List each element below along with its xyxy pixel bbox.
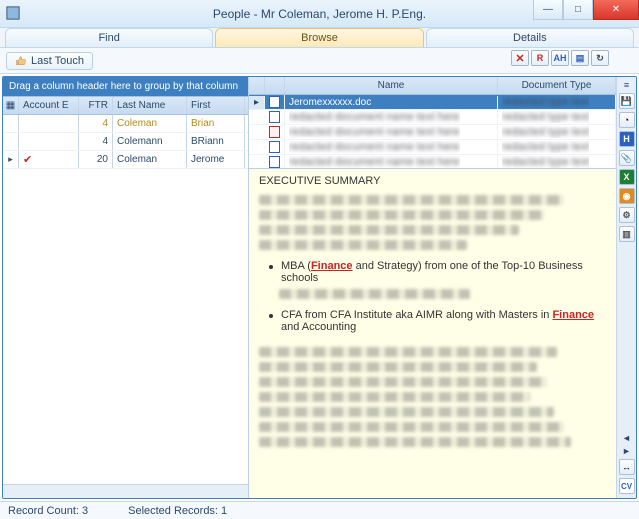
col-indicator[interactable]: ▦ <box>3 97 19 114</box>
bullet-icon <box>269 265 273 269</box>
main-tabs: Find Browse Details <box>0 28 639 48</box>
doc-col-icon[interactable] <box>265 77 285 94</box>
page-icon[interactable]: ▥ <box>619 226 635 242</box>
document-preview[interactable]: EXECUTIVE SUMMARY MBA (Finance and Strat… <box>249 169 616 498</box>
grid-body[interactable]: 4ColemanBrian4ColemannBRiann▸✔20ColemanJ… <box>3 115 248 484</box>
people-grid-pane: Drag a column header here to group by th… <box>3 77 249 498</box>
redacted-line <box>259 437 571 447</box>
doc-row[interactable]: redacted document name text hereredacted… <box>249 140 616 155</box>
redacted-line <box>259 347 557 357</box>
expand-icon[interactable]: ↔ <box>619 459 635 475</box>
settings-icon[interactable]: ⚙ <box>619 207 635 223</box>
redacted-line <box>259 407 554 417</box>
window-title: People - Mr Coleman, Jerome H. P.Eng. <box>213 7 426 21</box>
status-bar: Record Count: 3 Selected Records: 1 <box>0 501 639 519</box>
table-row[interactable]: 4ColemannBRiann <box>3 133 248 151</box>
link-finance[interactable]: Finance <box>552 309 594 321</box>
last-touch-label: Last Touch <box>31 55 84 67</box>
preview-heading: EXECUTIVE SUMMARY <box>259 175 606 187</box>
tab-find[interactable]: Find <box>5 28 213 47</box>
chart-icon[interactable]: ◉ <box>619 188 635 204</box>
word-icon <box>269 96 280 108</box>
document-pane: Name Document Type ▸Jeromexxxxxx.docreda… <box>249 77 616 498</box>
title-bar: People - Mr Coleman, Jerome H. P.Eng. — … <box>0 0 639 28</box>
table-row[interactable]: ▸✔20ColemanJerome <box>3 151 248 169</box>
redacted-line <box>259 362 537 372</box>
tab-details[interactable]: Details <box>426 28 634 47</box>
col-last-name[interactable]: Last Name <box>113 97 187 114</box>
doc-grid-body[interactable]: ▸Jeromexxxxxx.docredacted type textredac… <box>249 95 616 169</box>
word-icon <box>269 156 280 168</box>
redacted-line <box>259 377 547 387</box>
history-icon[interactable]: H <box>619 131 635 147</box>
nav-right-icon[interactable]: ► <box>620 446 634 456</box>
pdf-icon <box>269 126 280 138</box>
attach-icon[interactable]: 📎 <box>619 150 635 166</box>
redacted-line <box>259 422 564 432</box>
doc-col-type[interactable]: Document Type <box>498 77 616 94</box>
record-count: Record Count: 3 <box>8 505 88 517</box>
right-rail: ≡ 💾 ◔ H 📎 X ◉ ⚙ ▥ ◄ ► ↔ CV <box>616 77 636 498</box>
selected-count: Selected Records: 1 <box>128 505 227 517</box>
cv-button[interactable]: CV <box>619 478 635 494</box>
doc-col-indicator[interactable] <box>249 77 265 94</box>
bullet-icon <box>269 314 273 318</box>
doc-grid-header: Name Document Type <box>249 77 616 95</box>
redacted-line <box>259 225 519 235</box>
refresh-icon[interactable]: ↻ <box>591 50 609 66</box>
delete-icon[interactable]: ✕ <box>511 50 529 66</box>
doc-toolbar: ✕ R AH ▤ ↻ <box>511 50 609 66</box>
word-icon <box>269 111 280 123</box>
tab-browse[interactable]: Browse <box>215 28 423 47</box>
bullet-item: CFA from CFA Institute aka AIMR along wi… <box>269 309 606 333</box>
redacted-line <box>259 210 544 220</box>
content-area: Drag a column header here to group by th… <box>2 76 637 499</box>
col-account[interactable]: Account E <box>19 97 79 114</box>
doc-row[interactable]: redacted document name text hereredacted… <box>249 110 616 125</box>
grid-header: ▦ Account E FTR Last Name First <box>3 96 248 115</box>
r-button[interactable]: R <box>531 50 549 66</box>
redacted-line <box>259 240 467 250</box>
redacted-line <box>259 195 564 205</box>
rail-chevron-icon[interactable]: ≡ <box>624 80 629 90</box>
doc-row[interactable]: redacted document name text hereredacted… <box>249 155 616 169</box>
doc-row[interactable]: ▸Jeromexxxxxx.docredacted type text <box>249 95 616 110</box>
doc-col-name[interactable]: Name <box>285 77 498 94</box>
col-first-name[interactable]: First <box>187 97 245 114</box>
group-by-hint[interactable]: Drag a column header here to group by th… <box>3 77 248 96</box>
close-button[interactable]: ✕ <box>593 0 639 20</box>
word-icon <box>269 141 280 153</box>
nav-left-icon[interactable]: ◄ <box>620 433 634 443</box>
redacted-line <box>259 392 530 402</box>
bullet-item: MBA (Finance and Strategy) from one of t… <box>269 260 606 284</box>
table-row[interactable]: 4ColemanBrian <box>3 115 248 133</box>
save-icon[interactable]: 💾 <box>619 93 635 109</box>
doc-row[interactable]: redacted document name text hereredacted… <box>249 125 616 140</box>
maximize-button[interactable]: □ <box>563 0 593 20</box>
excel-icon[interactable]: X <box>619 169 635 185</box>
col-ftr[interactable]: FTR <box>79 97 113 114</box>
doc-icon[interactable]: ▤ <box>571 50 589 66</box>
last-touch-button[interactable]: Last Touch <box>6 52 93 70</box>
app-icon <box>6 6 20 20</box>
link-finance[interactable]: Finance <box>311 260 353 272</box>
thumbs-up-icon <box>15 55 27 67</box>
minimize-button[interactable]: — <box>533 0 563 20</box>
clock-icon[interactable]: ◔ <box>619 112 635 128</box>
ah-button[interactable]: AH <box>551 50 569 66</box>
redacted-line <box>279 289 470 299</box>
grid-hscroll[interactable] <box>3 484 248 498</box>
